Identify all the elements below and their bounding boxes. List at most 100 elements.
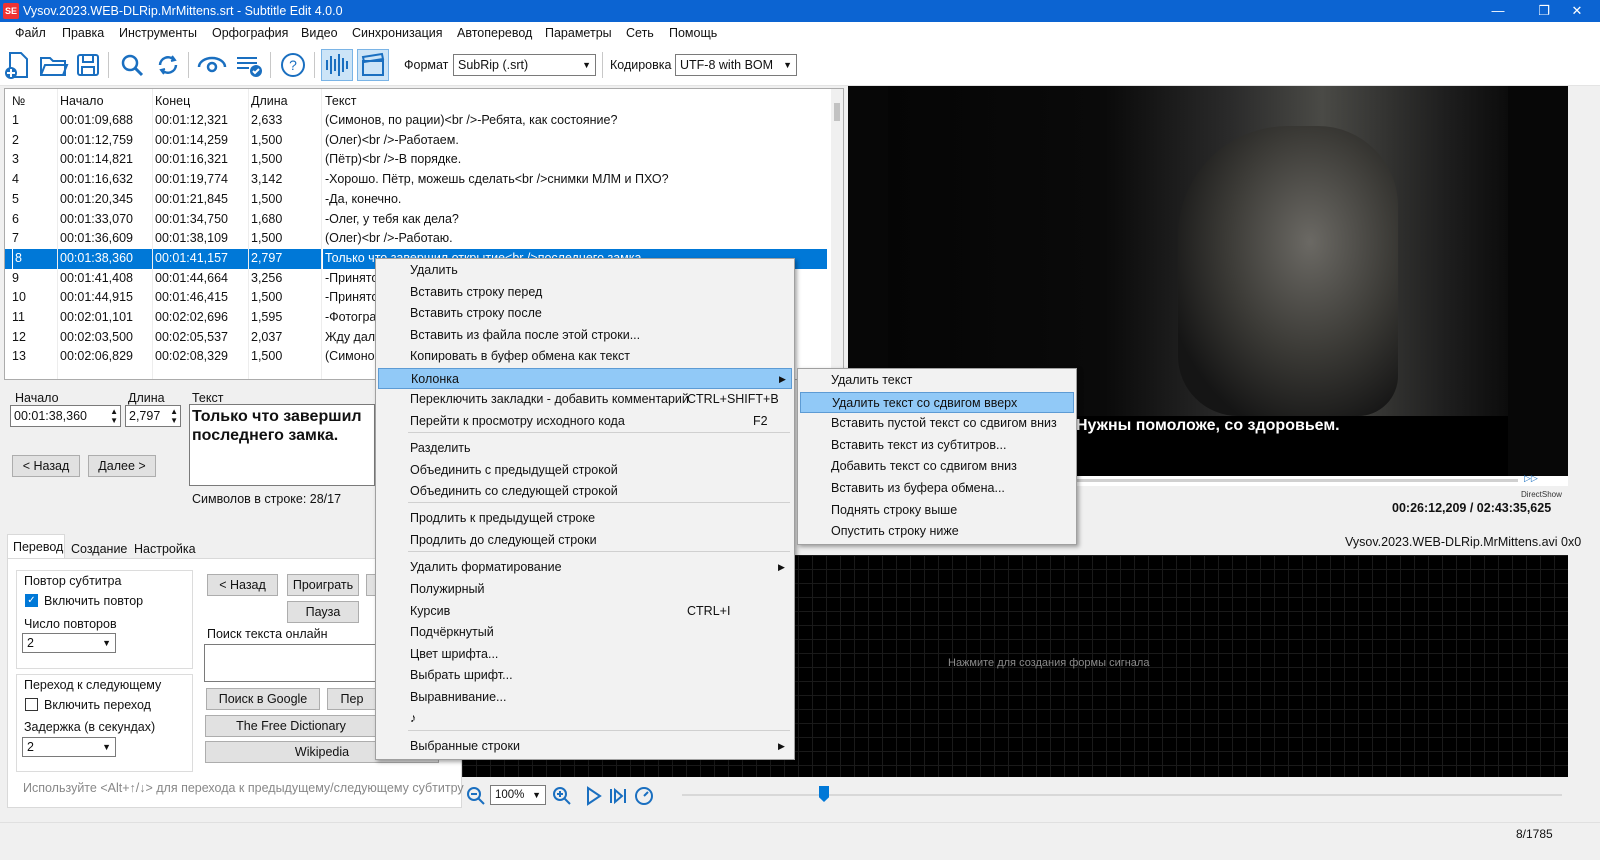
submenu-item[interactable]: Вставить пустой текст со сдвигом вниз [800,413,1074,434]
context-menu-item[interactable]: Продлить к предыдущей строке [378,508,792,529]
google-search-button[interactable]: Поиск в Google [206,688,320,710]
table-row[interactable]: 3 00:01:14,821 00:01:16,321 1,500 (Пётр)<br … [5,150,827,170]
spellcheck-icon[interactable] [233,49,265,81]
start-time-input[interactable]: 00:01:38,360 ▲ ▼ [10,405,121,427]
submenu-item[interactable]: Удалить текст со сдвигом вверх [800,391,1074,413]
context-menu-item[interactable]: Вставить из файла после этой строки... [378,325,792,346]
visual-sync-icon[interactable] [196,49,228,81]
submenu-item[interactable]: Опустить строку ниже [800,521,1074,542]
video-toggle-icon[interactable] [357,49,389,81]
context-menu-item[interactable]: Курсив CTRL+I [378,601,792,622]
context-menu-item[interactable]: Удалить форматирование ▶ [378,557,792,578]
submenu-item[interactable]: Удалить текст [800,370,1074,391]
duration-input[interactable]: 2,797 ▲ ▼ [125,405,181,427]
table-row[interactable]: 4 00:01:16,632 00:01:19,774 3,142 -Хорошо. П… [5,170,827,190]
translate-button[interactable]: Пер [327,688,377,710]
tab-settings[interactable]: Настройка [134,542,196,556]
replace-icon[interactable] [152,49,184,81]
context-menu-item[interactable]: Выбранные строки ▶ [378,736,792,757]
grid-scrollbar[interactable] [831,89,843,379]
context-menu-item[interactable]: Продлить до следующей строки [378,530,792,551]
menu-item-label: Разделить [410,441,471,455]
zoom-out-icon[interactable] [466,786,486,806]
menu-spellcheck[interactable]: Орфография [212,26,288,40]
delay-select[interactable]: 2 ▼ [22,737,116,757]
table-row[interactable]: 1 00:01:09,688 00:01:12,321 2,633 (Симонов, … [5,111,827,131]
menu-file[interactable]: Файл [15,26,46,40]
table-row[interactable]: 6 00:01:33,070 00:01:34,750 1,680 -Олег, у т… [5,210,827,230]
search-online-input[interactable] [204,644,379,682]
context-menu-item[interactable]: Объединить со следующей строкой [378,481,792,502]
menu-video[interactable]: Видео [301,26,338,40]
context-menu-item[interactable]: Перейти к просмотру исходного кода F2 [378,411,792,432]
menu-item-label: Вставить строку перед [410,285,543,299]
next-button[interactable]: Далее > [88,455,156,477]
context-menu-item[interactable]: ♪ [378,708,792,729]
waveform-toggle-icon[interactable] [321,49,353,81]
col-end-header[interactable]: Конец [155,94,190,108]
menu-item-label: Удалить [410,263,458,277]
prev-button[interactable]: < Назад [12,455,80,477]
waveform-position-thumb[interactable] [819,786,829,802]
menu-network[interactable]: Сеть [626,26,654,40]
submenu-item[interactable]: Вставить текст из субтитров... [800,435,1074,456]
play-button[interactable]: Проиграть [287,574,359,596]
menu-sync[interactable]: Синхронизация [352,26,443,40]
help-icon[interactable]: ? [277,49,309,81]
minimize-icon[interactable]: — [1475,0,1521,22]
col-number-header[interactable]: № [12,94,25,108]
encoding-select[interactable]: UTF-8 with BOM ▼ [675,54,797,76]
search-icon[interactable] [116,49,148,81]
table-row[interactable]: 7 00:01:36,609 00:01:38,109 1,500 (Олег)<br … [5,229,827,249]
cell-duration: 2,633 [251,113,283,127]
waveform-position-track[interactable] [682,794,1562,796]
play-icon[interactable] [584,786,604,806]
table-row[interactable]: 2 00:01:12,759 00:01:14,259 1,500 (Олег)<br … [5,131,827,151]
free-dictionary-button[interactable]: The Free Dictionary [205,715,377,737]
context-menu-item[interactable]: Вставить строку перед [378,282,792,303]
col-text-header[interactable]: Текст [325,94,356,108]
col-start-header[interactable]: Начало [60,94,104,108]
play-selection-icon[interactable] [608,786,628,806]
tab-create[interactable]: Создание [71,542,127,556]
menu-options[interactable]: Параметры [545,26,612,40]
col-duration-header[interactable]: Длина [251,94,288,108]
menu-tools[interactable]: Инструменты [119,26,197,40]
context-menu-item[interactable]: Объединить с предыдущей строкой [378,460,792,481]
open-folder-icon[interactable] [37,49,69,81]
submenu-item[interactable]: Поднять строку выше [800,500,1074,521]
context-menu-item[interactable]: Выбрать шрифт... [378,665,792,686]
repeat-count-select[interactable]: 2 ▼ [22,633,116,653]
table-row[interactable]: 5 00:01:20,345 00:01:21,845 1,500 -Да, конеч… [5,190,827,210]
pause-button[interactable]: Пауза [287,601,359,623]
context-menu-item[interactable]: Вставить строку после [378,303,792,324]
zoom-select[interactable]: 100% ▼ [490,785,546,805]
next-checkbox[interactable] [25,698,38,711]
menu-autotranslate[interactable]: Автоперевод [457,26,532,40]
repeat-checkbox[interactable]: ✓ [25,594,38,607]
new-file-icon[interactable] [2,49,34,81]
format-select[interactable]: SubRip (.srt) ▼ [453,54,596,76]
speed-icon[interactable] [634,786,654,806]
playback-back-button[interactable]: < Назад [207,574,278,596]
context-menu-item[interactable]: Разделить [378,438,792,459]
context-menu-item[interactable]: Колонка ▶ [378,368,792,389]
menu-help[interactable]: Помощь [669,26,717,40]
tab-translate[interactable]: Перевод [13,540,63,554]
submenu-item[interactable]: Вставить из буфера обмена... [800,478,1074,499]
context-menu-item[interactable]: Переключить закладки - добавить коммента… [378,389,792,410]
context-menu-item[interactable]: Цвет шрифта... [378,644,792,665]
context-menu-item[interactable]: Копировать в буфер обмена как текст [378,346,792,367]
column-divider [152,89,153,379]
context-menu-item[interactable]: Подчёркнутый [378,622,792,643]
context-menu-item[interactable]: Полужирный [378,579,792,600]
context-menu-item[interactable]: Выравнивание... [378,687,792,708]
save-icon[interactable] [72,49,104,81]
context-menu-item[interactable]: Удалить [378,260,792,281]
delay-label: Задержка (в секундах) [24,720,156,734]
menu-edit[interactable]: Правка [62,26,104,40]
zoom-in-icon[interactable] [552,786,572,806]
submenu-item[interactable]: Добавить текст со сдвигом вниз [800,456,1074,477]
subtitle-text-editor[interactable]: Только что завершил последнего замка. [189,404,375,486]
close-icon[interactable]: ✕ [1554,0,1600,22]
